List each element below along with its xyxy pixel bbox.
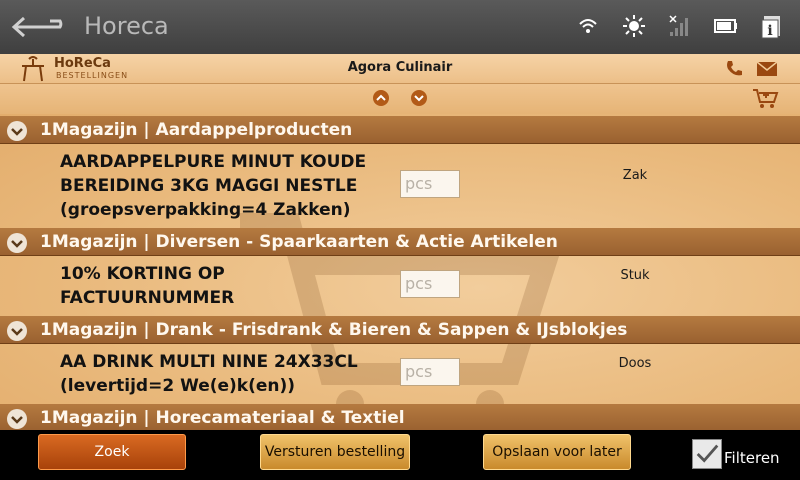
navigation-row (0, 84, 800, 114)
battery-icon (714, 12, 738, 40)
group-title: 1Magazijn | Aardappelproducten (40, 120, 353, 140)
cart-icon[interactable] (752, 88, 780, 110)
unit-label: Doos (618, 356, 652, 371)
company-header: HoReCa BESTELLINGEN Agora Culinair (0, 54, 800, 84)
checkmark-icon (696, 444, 719, 463)
quantity-input[interactable]: pcs (400, 170, 460, 198)
quantity-input[interactable]: pcs (400, 270, 460, 298)
product-list[interactable]: 1Magazijn | Aardappelproducten AARDAPPEL… (0, 114, 800, 430)
svg-text:i: i (767, 23, 772, 39)
info-icon[interactable]: i (760, 12, 784, 40)
chevron-up-icon[interactable] (373, 90, 389, 106)
chevron-down-icon[interactable] (7, 121, 27, 141)
search-button[interactable]: Zoek (38, 434, 186, 470)
product-name: AA DRINK MULTI NINE 24X33CL (levertijd=2… (60, 352, 358, 396)
group-header[interactable]: 1Magazijn | Aardappelproducten (0, 116, 800, 144)
unit-label: Zak (622, 168, 648, 183)
back-arrow-icon[interactable] (10, 12, 68, 42)
chevron-down-icon[interactable] (7, 233, 27, 253)
list-item[interactable]: AARDAPPELPURE MINUT KOUDE BEREIDING 3KG … (0, 144, 800, 226)
checkbox[interactable] (692, 439, 722, 469)
wifi-icon (576, 12, 600, 40)
chevron-down-icon[interactable] (7, 321, 27, 341)
product-name: AARDAPPELPURE MINUT KOUDE BEREIDING 3KG … (60, 152, 367, 220)
phone-icon[interactable] (724, 59, 744, 79)
app-title: Horeca (84, 12, 169, 40)
brightness-icon[interactable] (622, 12, 646, 40)
group-header[interactable]: 1Magazijn | Drank - Frisdrank & Bieren &… (0, 316, 800, 344)
quantity-input[interactable]: pcs (400, 358, 460, 386)
list-item[interactable]: 10% KORTING OP FACTUURNUMMER pcs Stuk (0, 256, 800, 316)
save-for-later-button[interactable]: Opslaan voor later (483, 434, 631, 470)
chevron-down-icon[interactable] (411, 90, 427, 106)
action-bar: Horeca i (0, 0, 800, 54)
chevron-down-icon[interactable] (7, 409, 27, 429)
company-name: Agora Culinair (347, 60, 453, 75)
group-header[interactable]: 1Magazijn | Diversen - Spaarkaarten & Ac… (0, 228, 800, 256)
filter-label: Filteren (724, 449, 780, 467)
group-title: 1Magazijn | Drank - Frisdrank & Bieren &… (40, 320, 628, 340)
list-item[interactable]: AA DRINK MULTI NINE 24X33CL (levertijd=2… (0, 344, 800, 404)
unit-label: Stuk (620, 268, 650, 283)
signal-icon (668, 12, 692, 40)
group-title: 1Magazijn | Horecamateriaal & Textiel (40, 408, 405, 428)
group-title: 1Magazijn | Diversen - Spaarkaarten & Ac… (40, 232, 558, 252)
group-header[interactable]: 1Magazijn | Horecamateriaal & Textiel (0, 404, 800, 430)
status-icons: i (576, 12, 784, 40)
product-name: 10% KORTING OP FACTUURNUMMER (60, 264, 235, 308)
filter-checkbox[interactable]: Filteren (692, 439, 780, 469)
send-order-button[interactable]: Versturen bestelling (260, 434, 410, 470)
mail-icon[interactable] (756, 60, 778, 78)
bottom-toolbar: Zoek Versturen bestelling Opslaan voor l… (0, 430, 800, 480)
